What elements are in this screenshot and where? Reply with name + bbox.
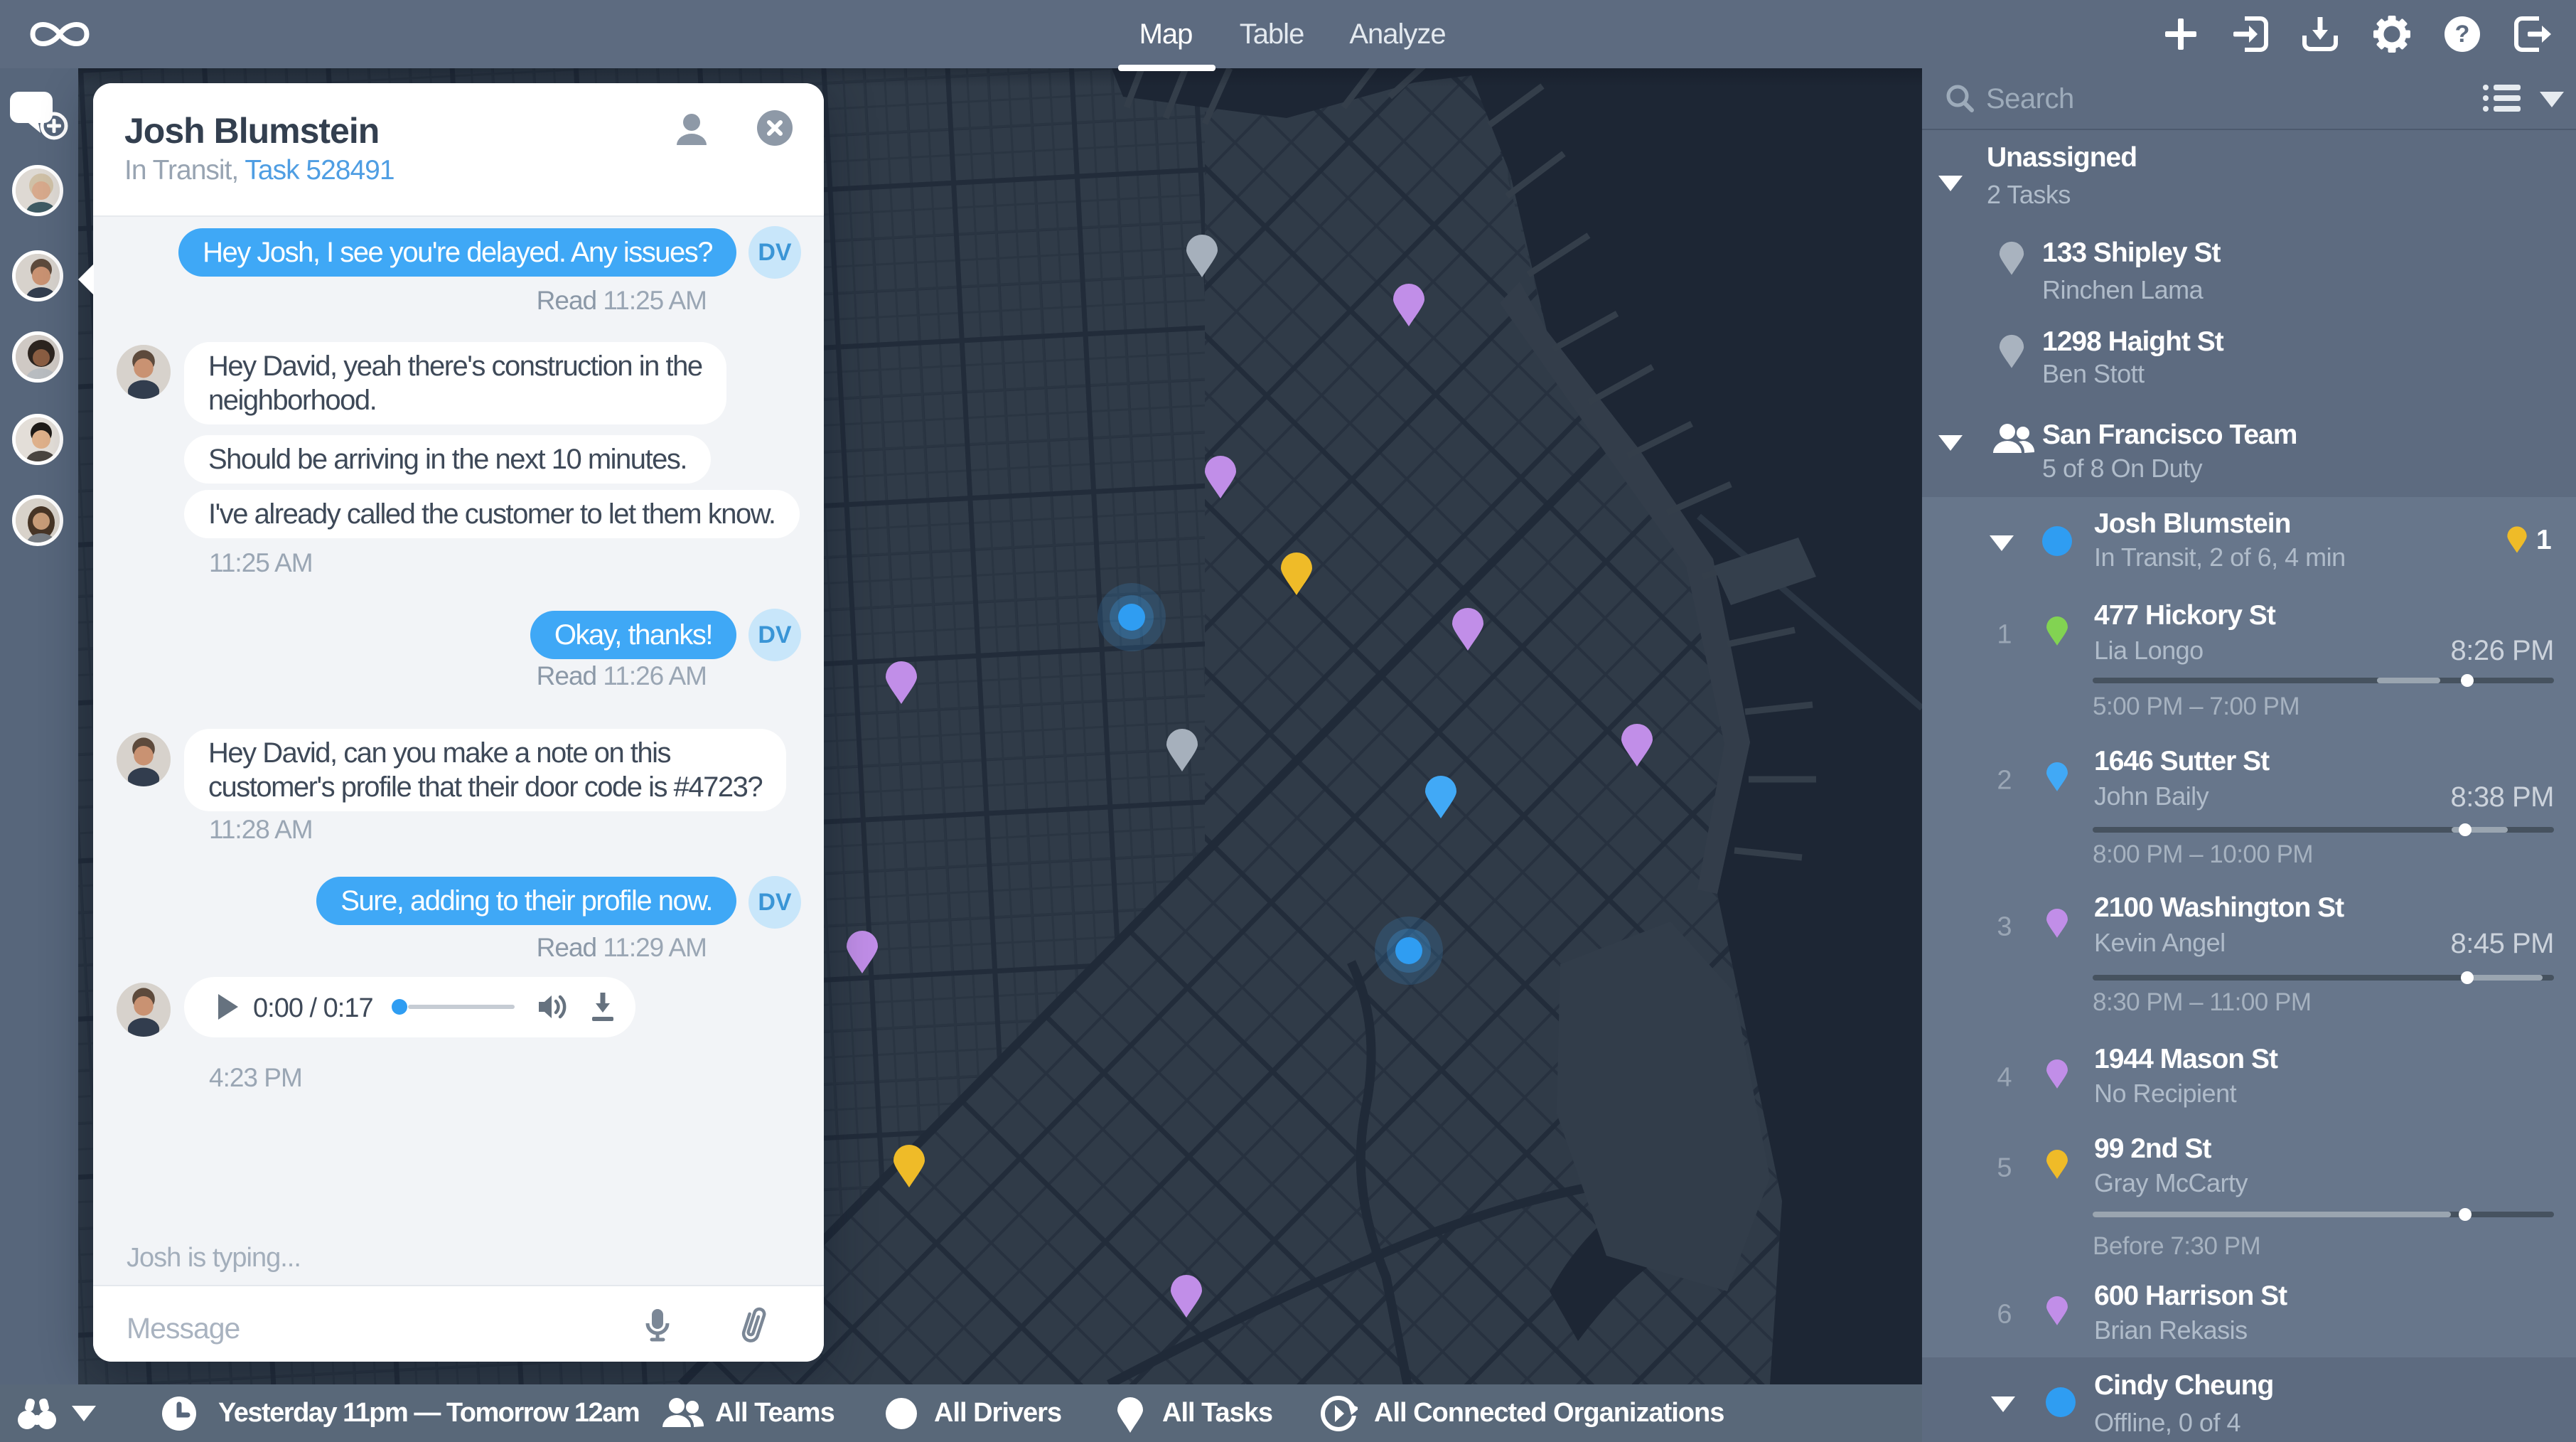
svg-text:?: ? — [2455, 21, 2470, 48]
